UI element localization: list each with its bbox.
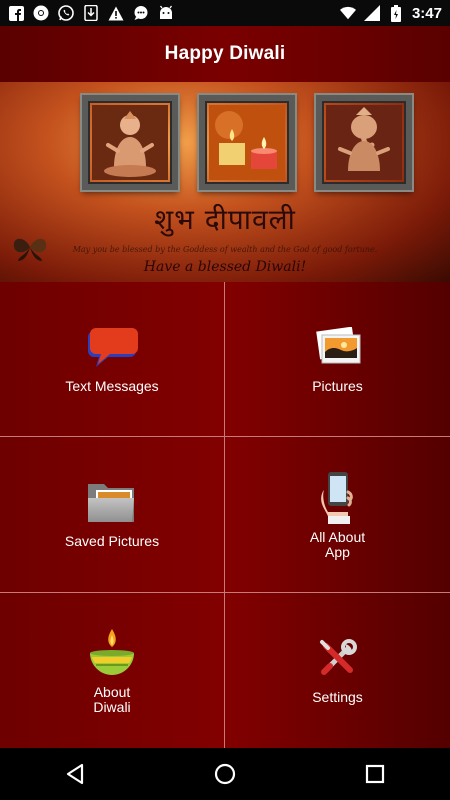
recents-button[interactable]	[345, 754, 405, 794]
diwali-banner: शुभ दीपावली May you be blessed by the Go…	[0, 82, 450, 282]
download-icon	[83, 5, 99, 21]
ganesha-image	[326, 105, 402, 180]
speech-bubble-icon	[86, 325, 138, 369]
menu-label-settings: Settings	[312, 689, 363, 705]
battery-icon	[388, 4, 404, 22]
app-title: Happy Diwali	[164, 43, 286, 64]
lakshmi-image	[92, 105, 168, 180]
menu-item-settings[interactable]: Settings	[225, 593, 450, 748]
facebook-icon	[8, 5, 24, 21]
recents-square-icon	[365, 764, 385, 784]
candles-image	[209, 105, 285, 180]
phone-hand-icon	[312, 470, 364, 524]
menu-item-pictures[interactable]: Pictures	[225, 282, 450, 437]
warning-icon	[108, 5, 124, 21]
menu-item-all-about-app[interactable]: All About App	[225, 437, 450, 593]
menu-item-about-diwali[interactable]: About Diwali	[0, 593, 225, 748]
back-triangle-icon	[66, 763, 84, 785]
menu-label-text-messages: Text Messages	[65, 377, 159, 394]
menu-item-saved-pictures[interactable]: Saved Pictures	[0, 437, 225, 593]
lakshmi-frame	[82, 95, 178, 190]
status-bar: 3:47	[0, 0, 450, 26]
menu-item-text-messages[interactable]: Text Messages	[0, 282, 225, 437]
whatsapp-icon	[58, 5, 74, 21]
blessed-diwali-text: Have a blessed Diwali!	[143, 259, 307, 275]
chrome-icon	[33, 5, 49, 21]
chat-icon	[133, 5, 149, 21]
menu-label-pictures: Pictures	[312, 377, 363, 394]
tools-icon	[312, 636, 364, 680]
menu-grid: Text Messages Pictures Saved Pictures Al…	[0, 282, 450, 748]
candles-frame	[199, 95, 295, 190]
navigation-bar	[0, 748, 450, 800]
shubh-deepavali-text: शुभ दीपावली	[154, 203, 296, 236]
diya-icon	[86, 627, 138, 679]
wifi-icon	[339, 5, 356, 21]
ganesha-frame	[316, 95, 412, 190]
menu-label-saved-pictures: Saved Pictures	[64, 533, 160, 549]
back-button[interactable]	[45, 754, 105, 794]
photos-icon	[312, 325, 364, 369]
menu-label-about-diwali: About Diwali	[93, 683, 131, 715]
menu-label-all-about-app: All About App	[309, 528, 366, 560]
status-time: 3:47	[411, 4, 442, 22]
folder-pictures-icon	[86, 480, 138, 524]
home-circle-icon	[214, 763, 236, 785]
blessing-text: May you be blessed by the Goddess of wea…	[72, 245, 378, 254]
signal-icon	[363, 5, 380, 21]
android-icon	[158, 5, 174, 21]
app-bar: Happy Diwali	[0, 26, 450, 82]
home-button[interactable]	[195, 754, 255, 794]
